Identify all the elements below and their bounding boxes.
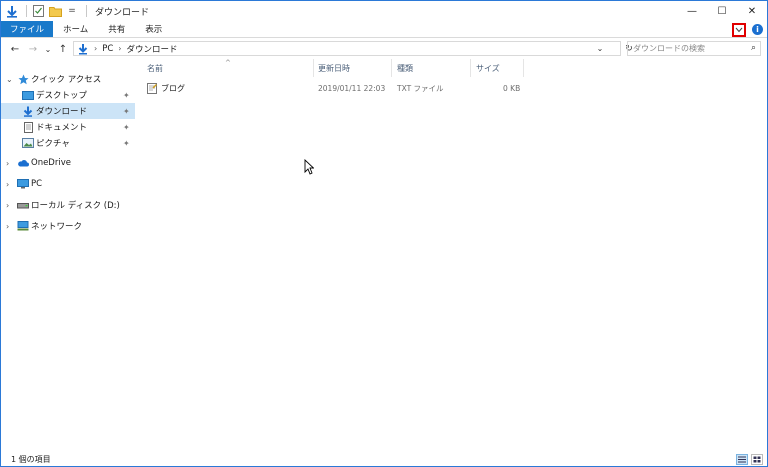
back-button[interactable]: ← xyxy=(7,41,23,57)
breadcrumb-separator: › xyxy=(118,44,122,53)
file-size-cell: 0 KB xyxy=(503,84,521,93)
minimize-button[interactable]: — xyxy=(677,1,707,21)
search-icon[interactable]: ⌕ xyxy=(751,43,756,53)
view-toggle xyxy=(736,452,763,466)
close-button[interactable]: ✕ xyxy=(737,1,767,21)
maximize-button[interactable]: ☐ xyxy=(707,1,737,21)
sidebar-item-label: デスクトップ xyxy=(36,91,88,101)
recent-locations-dropdown[interactable]: ⌄ xyxy=(43,41,53,57)
sidebar-item-label: OneDrive xyxy=(31,158,71,168)
column-headers: ^ 名前 更新日時 種類 サイズ xyxy=(141,59,541,77)
sidebar-item-downloads[interactable]: ダウンロード ✦ xyxy=(1,103,135,119)
search-box[interactable]: ダウンロードの検索 ⌕ xyxy=(627,41,761,56)
expand-chevron-icon[interactable]: › xyxy=(6,201,9,210)
desktop-icon xyxy=(22,90,34,100)
sidebar-item-quick-access[interactable]: ⌄ クイック アクセス xyxy=(1,71,135,87)
breadcrumb-downloads[interactable]: ダウンロード xyxy=(126,43,177,55)
computer-icon xyxy=(17,179,29,189)
file-type-cell: TXT ファイル xyxy=(397,84,444,93)
search-input[interactable]: ダウンロードの検索 xyxy=(633,43,705,54)
sort-ascending-icon: ^ xyxy=(225,59,231,67)
tab-share[interactable]: 共有 xyxy=(98,21,135,37)
help-icon[interactable]: i xyxy=(752,24,763,35)
expand-chevron-icon[interactable]: › xyxy=(6,180,9,189)
sidebar-item-label: クイック アクセス xyxy=(31,75,102,85)
pictures-icon xyxy=(22,138,34,148)
explorer-window: = ダウンロード — ☐ ✕ ファイル ホーム 共有 表示 i ← → ⌄ ↑ xyxy=(0,0,768,467)
star-icon xyxy=(17,74,29,84)
breadcrumb-separator: › xyxy=(94,44,98,53)
folder-arrow-icon xyxy=(78,43,88,55)
column-header-type[interactable]: 種類 xyxy=(397,59,413,77)
details-view-icon[interactable] xyxy=(736,453,748,465)
forward-button[interactable]: → xyxy=(25,41,41,57)
column-divider[interactable] xyxy=(470,59,471,77)
pin-icon[interactable]: ✦ xyxy=(123,139,130,148)
sidebar-item-label: ピクチャ xyxy=(36,139,70,149)
sidebar-item-label: ダウンロード xyxy=(36,107,88,117)
download-icon xyxy=(22,106,34,117)
file-name-cell[interactable]: ブログ xyxy=(147,81,185,96)
sidebar-item-label: ネットワーク xyxy=(31,222,83,232)
new-folder-icon[interactable] xyxy=(48,4,62,18)
column-divider[interactable] xyxy=(313,59,314,77)
file-name: ブログ xyxy=(161,84,185,93)
sidebar-item-label: PC xyxy=(31,179,43,189)
collapse-chevron-icon[interactable]: ⌄ xyxy=(6,75,13,84)
properties-icon[interactable] xyxy=(31,4,45,18)
sidebar-item-onedrive[interactable]: › OneDrive xyxy=(1,155,135,171)
breadcrumb-pc[interactable]: PC xyxy=(102,44,113,54)
column-header-modified[interactable]: 更新日時 xyxy=(318,59,350,77)
up-button[interactable]: ↑ xyxy=(55,41,71,57)
window-controls: — ☐ ✕ xyxy=(677,1,767,21)
sidebar-item-label: ローカル ディスク (D:) xyxy=(31,201,120,211)
sidebar-item-pc[interactable]: › PC xyxy=(1,176,135,192)
pin-icon[interactable]: ✦ xyxy=(123,91,130,100)
column-divider[interactable] xyxy=(523,59,524,77)
toolbar-divider xyxy=(26,5,27,17)
cloud-icon xyxy=(17,158,29,168)
network-icon xyxy=(17,221,29,231)
drive-icon xyxy=(17,200,29,210)
sidebar-item-pictures[interactable]: ピクチャ ✦ xyxy=(1,135,135,151)
customize-toolbar-dropdown[interactable]: = xyxy=(65,4,79,18)
table-row[interactable]: ブログ 2019/01/11 22:03 TXT ファイル 0 KB xyxy=(141,81,531,96)
address-bar[interactable]: › PC › ダウンロード ⌄ ↻ xyxy=(73,41,633,56)
mouse-cursor-icon xyxy=(304,159,314,175)
expand-chevron-icon[interactable]: › xyxy=(6,159,9,168)
ribbon-tabs: ファイル ホーム 共有 表示 i xyxy=(1,21,767,38)
column-header-size[interactable]: サイズ xyxy=(476,59,500,77)
expand-chevron-icon[interactable]: › xyxy=(6,222,9,231)
large-icons-view-icon[interactable] xyxy=(751,453,763,465)
tab-view[interactable]: 表示 xyxy=(135,21,172,37)
tab-file[interactable]: ファイル xyxy=(1,21,54,37)
tab-home[interactable]: ホーム xyxy=(53,21,98,37)
sidebar-item-label: ドキュメント xyxy=(36,123,88,133)
navigation-pane: ⌄ クイック アクセス デスクトップ ✦ ダウンロード ✦ ドキュメント ✦ ピ… xyxy=(1,67,135,447)
pin-icon[interactable]: ✦ xyxy=(123,107,130,116)
sidebar-item-network[interactable]: › ネットワーク xyxy=(1,218,135,234)
item-count: 1 個の項目 xyxy=(11,454,51,464)
sidebar-item-local-disk-d[interactable]: › ローカル ディスク (D:) xyxy=(1,197,135,213)
column-divider[interactable] xyxy=(391,59,392,77)
download-folder-icon[interactable] xyxy=(5,4,19,18)
document-icon xyxy=(22,121,34,133)
toolbar-divider xyxy=(86,5,87,17)
text-file-icon xyxy=(147,83,157,94)
column-header-name[interactable]: 名前 xyxy=(147,59,163,77)
window-title: ダウンロード xyxy=(95,7,150,18)
sidebar-item-documents[interactable]: ドキュメント ✦ xyxy=(1,119,135,135)
file-modified-cell: 2019/01/11 22:03 xyxy=(318,84,386,93)
title-bar: = ダウンロード — ☐ ✕ xyxy=(1,1,767,21)
pin-icon[interactable]: ✦ xyxy=(123,123,130,132)
address-dropdown-button[interactable]: ⌄ xyxy=(594,42,606,55)
quick-access-toolbar: = ダウンロード xyxy=(1,1,149,21)
navigation-bar: ← → ⌄ ↑ › PC › ダウンロード ⌄ ↻ ダウンロードの検索 ⌕ xyxy=(1,39,767,59)
sidebar-item-desktop[interactable]: デスクトップ ✦ xyxy=(1,87,135,103)
expand-ribbon-button[interactable] xyxy=(732,22,746,37)
ribbon-right-controls: i xyxy=(732,21,763,38)
status-bar: 1 個の項目 xyxy=(1,452,767,466)
